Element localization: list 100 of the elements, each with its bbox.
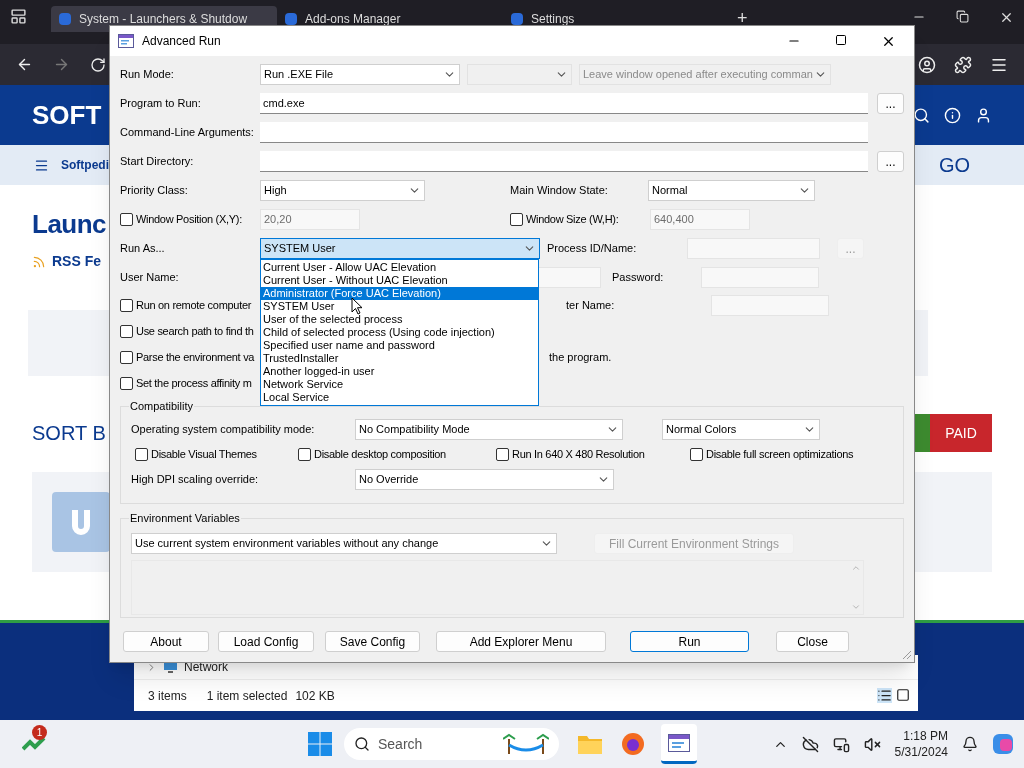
- dropdown-option[interactable]: SYSTEM User: [261, 300, 538, 313]
- text-field[interactable]: [260, 122, 868, 143]
- dialog-button[interactable]: ...: [877, 151, 904, 172]
- checkbox[interactable]: [510, 213, 523, 226]
- muted-speaker-icon[interactable]: [863, 735, 881, 753]
- device-icon[interactable]: [832, 735, 850, 753]
- dropdown-option[interactable]: Another logged-in user: [261, 365, 538, 378]
- checkbox-label: Disable desktop composition: [314, 447, 446, 462]
- notification-badge: 1: [32, 725, 47, 740]
- field-label: Main Window State:: [510, 184, 608, 197]
- field-label: User Name:: [120, 271, 179, 284]
- text-field[interactable]: cmd.exe: [260, 93, 868, 114]
- user-icon[interactable]: [975, 106, 992, 124]
- dropdown[interactable]: Use current system environment variables without any change: [131, 533, 557, 554]
- notifications-icon[interactable]: [962, 736, 978, 752]
- checkbox-label: Window Size (W,H):: [526, 212, 619, 228]
- app-window-icon: [668, 733, 690, 752]
- dialog-button[interactable]: Save Config: [325, 631, 420, 652]
- dialog-button[interactable]: Load Config: [218, 631, 314, 652]
- paid-filter-button[interactable]: PAID: [930, 414, 992, 452]
- dropdown[interactable]: Normal: [648, 180, 815, 201]
- checkbox-label: Run In 640 X 480 Resolution: [512, 447, 645, 462]
- dialog-button[interactable]: Run: [630, 631, 749, 652]
- checkbox[interactable]: [120, 213, 133, 226]
- checkbox[interactable]: [298, 447, 311, 461]
- field-label: Run Mode:: [120, 68, 174, 81]
- dropdown-option[interactable]: Specified user name and password: [261, 339, 538, 352]
- field-label: Operating system compatibility mode:: [131, 423, 315, 436]
- close-icon[interactable]: [999, 10, 1014, 25]
- dropdown-option[interactable]: Local Service: [261, 391, 538, 404]
- tab-title: Settings: [531, 11, 575, 28]
- tiles-view-icon[interactable]: [896, 688, 910, 702]
- browser-tab[interactable]: Add-ons Manager: [277, 6, 503, 32]
- field-label: Process ID/Name:: [547, 242, 637, 255]
- checkbox[interactable]: [120, 350, 133, 364]
- extensions-icon[interactable]: [954, 55, 972, 74]
- menu-icon[interactable]: [34, 157, 49, 173]
- page-heading: Launc: [32, 208, 107, 241]
- dialog-button[interactable]: Add Explorer Menu: [436, 631, 606, 652]
- rss-icon: [32, 254, 46, 269]
- start-icon[interactable]: [308, 732, 332, 756]
- account-icon[interactable]: [918, 55, 936, 74]
- dialog-button[interactable]: About: [123, 631, 209, 652]
- dropdown-option[interactable]: Current User - Allow UAC Elevation: [261, 261, 538, 274]
- checkbox-label: the program.: [549, 349, 612, 365]
- field-label: Command-Line Arguments:: [120, 126, 254, 139]
- taskbar-search[interactable]: Search: [344, 728, 559, 760]
- restore-icon[interactable]: [956, 10, 969, 23]
- field-label: ter Name:: [566, 298, 615, 311]
- reload-icon[interactable]: [90, 56, 106, 73]
- dropdown-option[interactable]: Current User - Without UAC Elevation: [261, 274, 538, 287]
- back-icon[interactable]: [16, 56, 33, 73]
- text-field[interactable]: [260, 151, 868, 172]
- checkbox[interactable]: [690, 447, 703, 461]
- maximize-icon[interactable]: [835, 33, 847, 46]
- dropdown-option[interactable]: User of the selected process: [261, 313, 538, 326]
- checkbox[interactable]: [135, 447, 148, 461]
- dropdown-option[interactable]: Child of selected process (Using code injection): [261, 326, 538, 339]
- field-label: Run As...: [120, 242, 165, 255]
- checkbox-label: Parse the environment va: [136, 349, 255, 365]
- dropdown[interactable]: High: [260, 180, 425, 201]
- app-window-icon: [118, 34, 134, 48]
- dropdown[interactable]: No Override: [355, 468, 614, 490]
- tab-icon: [59, 13, 71, 25]
- checkbox-label: Use search path to find th: [136, 323, 254, 339]
- dropdown-option[interactable]: Administrator (Force UAC Elevation): [261, 287, 538, 300]
- cloud-off-icon[interactable]: [801, 735, 819, 753]
- forward-icon[interactable]: [53, 56, 70, 73]
- clock-date[interactable]: 5/31/2024: [894, 744, 948, 760]
- details-view-icon[interactable]: [877, 688, 892, 703]
- run-as-dropdown[interactable]: SYSTEM User: [260, 238, 540, 259]
- search-icon[interactable]: [913, 106, 930, 124]
- clock-time[interactable]: 1:18 PM: [903, 728, 948, 744]
- dropdown-option[interactable]: Network Service: [261, 378, 538, 391]
- text-field[interactable]: 20,20: [260, 209, 360, 230]
- status-text: 1 item selected: [206, 687, 288, 705]
- browser-app-icon[interactable]: [621, 732, 645, 756]
- dropdown[interactable]: Run .EXE File: [260, 64, 460, 85]
- browser-tab[interactable]: Settings: [503, 6, 729, 32]
- dialog-button[interactable]: Close: [776, 631, 849, 652]
- search-icon: [354, 736, 370, 752]
- checkbox[interactable]: [120, 376, 133, 390]
- active-app-button[interactable]: [661, 724, 697, 764]
- status-text: 102 KB: [295, 687, 335, 705]
- copilot-icon[interactable]: [992, 733, 1014, 755]
- checkbox[interactable]: [120, 298, 133, 312]
- dialog-button[interactable]: ...: [877, 93, 904, 114]
- window-title: Advanced Run: [142, 33, 221, 50]
- dropdown[interactable]: No Compatibility Mode: [355, 419, 623, 440]
- site-nav-link[interactable]: Softpedi: [61, 156, 109, 174]
- checkbox[interactable]: [120, 324, 133, 338]
- dropdown-option[interactable]: TrustedInstaller: [261, 352, 538, 365]
- rss-link[interactable]: RSS Fe: [52, 251, 101, 272]
- go-button[interactable]: GO: [938, 150, 970, 180]
- info-icon[interactable]: [944, 106, 961, 124]
- dropdown[interactable]: Normal Colors: [662, 419, 820, 440]
- checkbox[interactable]: [496, 447, 509, 461]
- checkbox-label: Window Position (X,Y):: [136, 212, 242, 228]
- tab-list-icon[interactable]: [10, 8, 27, 25]
- text-field[interactable]: 640,400: [650, 209, 750, 230]
